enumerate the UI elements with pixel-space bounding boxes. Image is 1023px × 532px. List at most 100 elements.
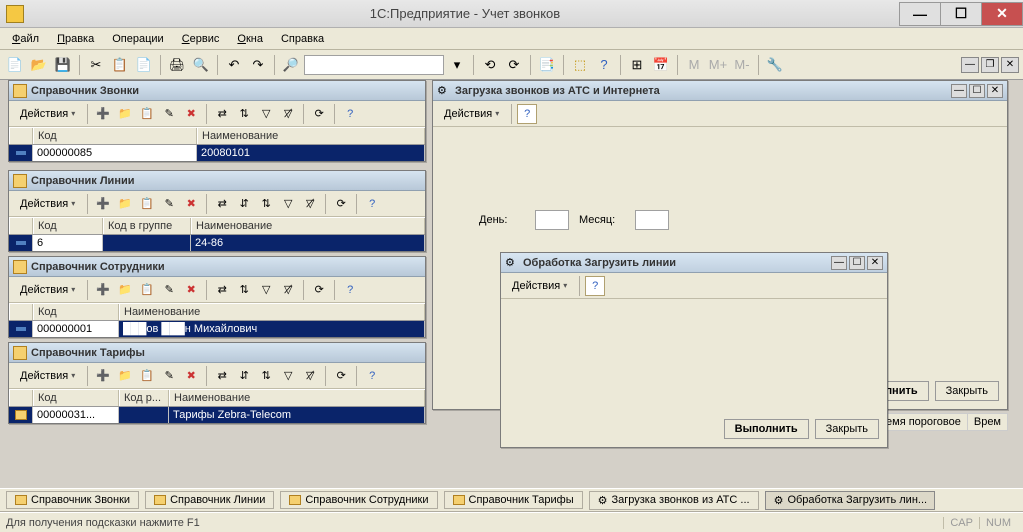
help2-icon[interactable]: ? xyxy=(517,104,537,124)
child-minimize[interactable]: — xyxy=(831,256,847,270)
mminus-icon[interactable]: M- xyxy=(731,54,753,76)
table-row[interactable]: 000000001 ███ов ███н Михайлович xyxy=(9,321,425,337)
table-row[interactable]: 000000085 20080101 xyxy=(9,145,425,161)
sort-icon[interactable]: ⇅ xyxy=(234,104,254,124)
delete-icon[interactable]: ✖ xyxy=(181,280,201,300)
col-name[interactable]: Наименование xyxy=(197,128,425,144)
child-maximize[interactable]: ☐ xyxy=(969,84,985,98)
copy-row-icon[interactable]: 📋 xyxy=(137,366,157,386)
execute-button[interactable]: Выполнить xyxy=(724,419,809,439)
child-maximize[interactable]: ☐ xyxy=(849,256,865,270)
add-icon[interactable]: ➕ xyxy=(93,280,113,300)
delete-icon[interactable]: ✖ xyxy=(181,194,201,214)
add-icon[interactable]: ➕ xyxy=(93,366,113,386)
add-icon[interactable]: ➕ xyxy=(93,194,113,214)
add-folder-icon[interactable]: 📁 xyxy=(115,366,135,386)
mdi-close[interactable]: ✕ xyxy=(1001,57,1019,73)
add-folder-icon[interactable]: 📁 xyxy=(115,194,135,214)
refresh-icon[interactable]: ⟳ xyxy=(309,280,329,300)
edit-icon[interactable]: ✎ xyxy=(159,366,179,386)
child-close[interactable]: ✕ xyxy=(867,256,883,270)
sort-icon[interactable]: ⇅ xyxy=(256,194,276,214)
actions-button[interactable]: Действия xyxy=(13,105,82,123)
sort-icon[interactable]: ⇅ xyxy=(234,280,254,300)
save-icon[interactable]: 💾 xyxy=(52,54,74,76)
menu-operations[interactable]: Операции xyxy=(106,31,169,47)
actions-button[interactable]: Действия xyxy=(505,277,574,295)
config-icon[interactable]: ⬚ xyxy=(569,54,591,76)
clear-filter-icon[interactable]: ▽̸ xyxy=(278,280,298,300)
copy-row-icon[interactable]: 📋 xyxy=(137,194,157,214)
col-code[interactable]: Код xyxy=(33,128,197,144)
preview-icon[interactable]: 🔍 xyxy=(190,54,212,76)
nav1-icon[interactable]: ⟲ xyxy=(479,54,501,76)
add-icon[interactable]: ➕ xyxy=(93,104,113,124)
edit-icon[interactable]: ✎ xyxy=(159,280,179,300)
find-icon[interactable]: 🔎 xyxy=(280,54,302,76)
add-folder-icon[interactable]: 📁 xyxy=(115,280,135,300)
help2-icon[interactable]: ? xyxy=(585,276,605,296)
child-minimize[interactable]: — xyxy=(951,84,967,98)
hierarchy-icon[interactable]: ⇵ xyxy=(234,194,254,214)
task-calls[interactable]: Справочник Звонки xyxy=(6,491,139,509)
clear-filter-icon[interactable]: ▽̸ xyxy=(300,194,320,214)
address-input[interactable] xyxy=(304,55,444,75)
task-lines[interactable]: Справочник Линии xyxy=(145,491,274,509)
dropdown-icon[interactable]: ▾ xyxy=(446,54,468,76)
mplus-icon[interactable]: M+ xyxy=(707,54,729,76)
hierarchy-icon[interactable]: ⇄ xyxy=(212,104,232,124)
table-row[interactable]: 6 24-86 xyxy=(9,235,425,251)
m-icon[interactable]: M xyxy=(683,54,705,76)
child-close[interactable]: ✕ xyxy=(987,84,1003,98)
paste-icon[interactable]: 📄 xyxy=(133,54,155,76)
filter-icon[interactable]: ▽ xyxy=(256,280,276,300)
help2-icon[interactable]: ? xyxy=(340,104,360,124)
menu-edit[interactable]: Правка xyxy=(51,31,100,47)
filter-icon[interactable]: ▽ xyxy=(278,194,298,214)
calc-icon[interactable]: ⊞ xyxy=(626,54,648,76)
table-row[interactable]: 00000031... Тарифы Zebra-Telecom xyxy=(9,407,425,423)
copy-row-icon[interactable]: 📋 xyxy=(137,280,157,300)
delete-icon[interactable]: ✖ xyxy=(181,366,201,386)
print-icon[interactable]: 🖨 xyxy=(166,54,188,76)
refresh-icon[interactable]: ⟳ xyxy=(331,366,351,386)
delete-icon[interactable]: ✖ xyxy=(181,104,201,124)
edit-icon[interactable]: ✎ xyxy=(159,104,179,124)
edit-icon[interactable]: ✎ xyxy=(159,194,179,214)
menu-file[interactable]: Файл xyxy=(6,31,45,47)
cut-icon[interactable]: ✂ xyxy=(85,54,107,76)
nav2-icon[interactable]: ⟳ xyxy=(503,54,525,76)
help2-icon[interactable]: ? xyxy=(362,366,382,386)
filter-icon[interactable]: ▽ xyxy=(278,366,298,386)
add-folder-icon[interactable]: 📁 xyxy=(115,104,135,124)
task-load-ats[interactable]: ⚙Загрузка звонков из АТС ... xyxy=(589,491,759,510)
close-button[interactable]: ✕ xyxy=(981,2,1023,26)
actions-button[interactable]: Действия xyxy=(13,195,82,213)
actions-button[interactable]: Действия xyxy=(437,105,506,123)
menu-service[interactable]: Сервис xyxy=(176,31,226,47)
task-tariffs[interactable]: Справочник Тарифы xyxy=(444,491,583,509)
copy2-icon[interactable]: 📑 xyxy=(536,54,558,76)
help2-icon[interactable]: ? xyxy=(340,280,360,300)
undo-icon[interactable]: ↶ xyxy=(223,54,245,76)
redo-icon[interactable]: ↷ xyxy=(247,54,269,76)
actions-button[interactable]: Действия xyxy=(13,281,82,299)
clear-filter-icon[interactable]: ▽̸ xyxy=(278,104,298,124)
task-load-lines[interactable]: ⚙Обработка Загрузить лин... xyxy=(765,491,935,510)
refresh-icon[interactable]: ⟳ xyxy=(309,104,329,124)
help2-icon[interactable]: ? xyxy=(362,194,382,214)
close-button[interactable]: Закрыть xyxy=(935,381,999,401)
new-icon[interactable]: 📄 xyxy=(4,54,26,76)
clear-filter-icon[interactable]: ▽̸ xyxy=(300,366,320,386)
close-button[interactable]: Закрыть xyxy=(815,419,879,439)
task-employees[interactable]: Справочник Сотрудники xyxy=(280,491,437,509)
refresh-icon[interactable]: ⟳ xyxy=(331,194,351,214)
hierarchy-icon[interactable]: ⇵ xyxy=(234,366,254,386)
move-icon[interactable]: ⇄ xyxy=(212,194,232,214)
mdi-minimize[interactable]: — xyxy=(961,57,979,73)
minimize-button[interactable]: — xyxy=(899,2,941,26)
copy-row-icon[interactable]: 📋 xyxy=(137,104,157,124)
actions-button[interactable]: Действия xyxy=(13,367,82,385)
calendar-icon[interactable]: 📅 xyxy=(650,54,672,76)
sort-icon[interactable]: ⇅ xyxy=(256,366,276,386)
